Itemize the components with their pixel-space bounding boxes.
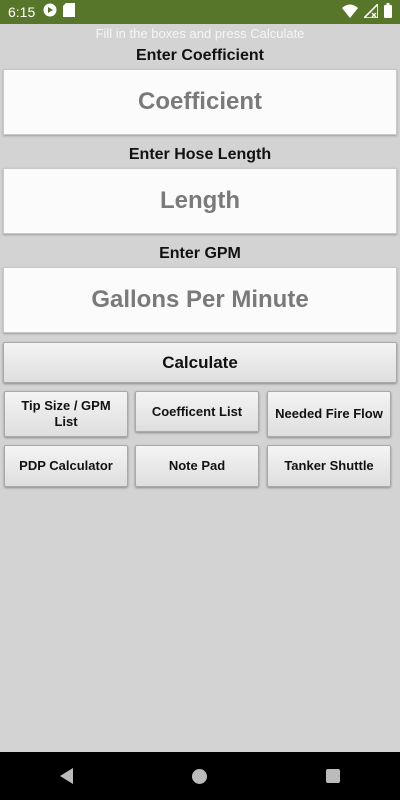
tip-size-gpm-list-button[interactable]: Tip Size / GPM List [4, 391, 128, 437]
coefficient-input[interactable] [4, 69, 396, 135]
hose-length-label: Enter Hose Length [128, 146, 272, 163]
no-signal-icon [362, 1, 379, 23]
gpm-input[interactable] [4, 267, 396, 333]
home-icon[interactable] [191, 768, 207, 784]
play-protect-icon [43, 3, 57, 22]
status-time: 6:15 [8, 4, 36, 20]
coefficient-list-button[interactable]: Coefficent List [135, 391, 259, 432]
coefficient-label: Enter Coefficient [135, 47, 264, 64]
back-icon[interactable] [59, 768, 73, 784]
gpm-label: Enter GPM [159, 245, 241, 262]
status-bar: 6:15 [0, 0, 400, 24]
calculate-button[interactable]: Calculate [3, 342, 397, 383]
navigation-bar [0, 752, 400, 800]
battery-icon [384, 3, 392, 23]
hose-length-input[interactable] [4, 168, 396, 234]
pdp-calculator-button[interactable]: PDP Calculator [4, 445, 128, 487]
coefficient-field-box [3, 69, 397, 135]
gpm-field-box [3, 267, 397, 333]
tanker-shuttle-button[interactable]: Tanker Shuttle [267, 445, 391, 487]
note-pad-button[interactable]: Note Pad [135, 445, 259, 487]
instruction-text: Fill in the boxes and press Calculate [95, 26, 305, 41]
needed-fire-flow-button[interactable]: Needed Fire Flow [267, 391, 391, 437]
hose-length-field-box [3, 168, 397, 234]
wifi-icon [342, 4, 358, 23]
sd-card-icon [63, 2, 76, 22]
recents-icon[interactable] [326, 769, 341, 783]
